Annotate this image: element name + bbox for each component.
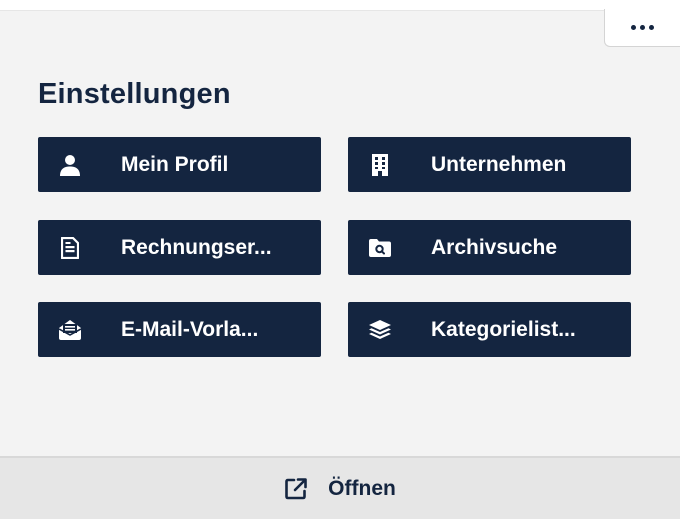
tile-label: Mein Profil (121, 152, 229, 176)
profile-button[interactable]: Mein Profil (38, 137, 321, 192)
external-link-icon (284, 477, 308, 501)
tile-label: Unternehmen (431, 152, 567, 176)
open-label: Öffnen (328, 476, 396, 500)
tile-label: Rechnungser... (121, 235, 272, 259)
folder-search-icon (369, 237, 391, 259)
company-button[interactable]: Unternehmen (348, 137, 631, 192)
settings-card: Einstellungen Mein Profil Unternehmen Re… (0, 9, 680, 519)
more-horizontal-icon (631, 25, 636, 30)
more-options-button[interactable] (604, 9, 680, 47)
tile-label: Kategorielist... (431, 317, 576, 341)
building-icon (369, 153, 391, 176)
category-list-button[interactable]: Kategorielist... (348, 302, 631, 357)
document-icon (59, 236, 81, 259)
user-icon (59, 154, 81, 176)
open-button[interactable]: Öffnen (0, 456, 680, 519)
tile-label: E-Mail-Vorla... (121, 317, 259, 341)
email-templates-button[interactable]: E-Mail-Vorla... (38, 302, 321, 357)
layers-icon (369, 319, 391, 341)
more-dot (649, 25, 654, 30)
envelope-open-icon (59, 319, 81, 341)
invoice-settings-button[interactable]: Rechnungser... (38, 220, 321, 275)
page-title: Einstellungen (38, 78, 231, 110)
more-dot (640, 25, 645, 30)
tile-label: Archivsuche (431, 235, 558, 259)
archive-search-button[interactable]: Archivsuche (348, 220, 631, 275)
